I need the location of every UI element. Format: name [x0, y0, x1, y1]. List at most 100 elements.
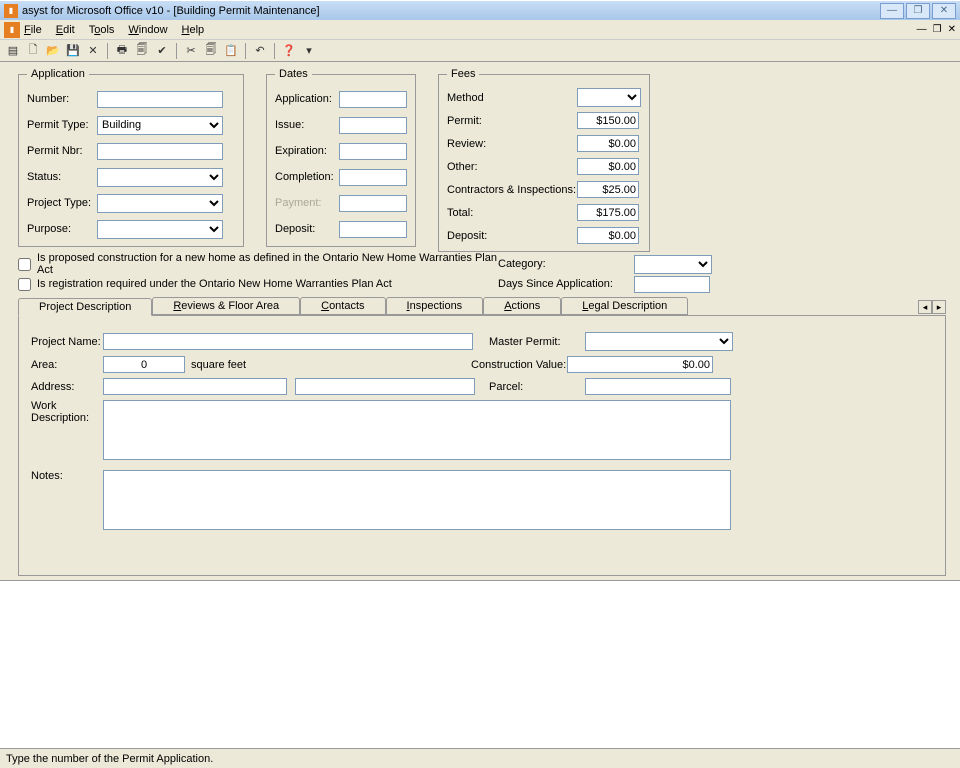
permit-type-select[interactable]: Building [97, 116, 223, 135]
app-date-label: Application: [275, 93, 339, 105]
registration-label: Is registration required under the Ontar… [37, 278, 392, 290]
method-select[interactable] [577, 88, 641, 107]
permit-nbr-input[interactable] [97, 143, 223, 160]
purpose-select[interactable] [97, 220, 223, 239]
permit-type-label: Permit Type: [27, 119, 97, 131]
notes-textarea[interactable] [103, 470, 731, 530]
form-top: Application Number: Permit Type: Buildin… [0, 62, 960, 580]
completion-date-input[interactable] [339, 169, 407, 186]
status-message: Type the number of the Permit Applicatio… [6, 753, 213, 765]
method-label: Method [447, 92, 577, 104]
total-fee-input[interactable] [577, 204, 639, 221]
expiration-date-label: Expiration: [275, 145, 339, 157]
area-input[interactable] [103, 356, 185, 373]
menu-file[interactable]: File [24, 24, 42, 36]
fees-group: Fees Method Permit: Review: Other: Contr… [438, 68, 650, 252]
lower-blank-area [0, 580, 960, 768]
permit-fee-input[interactable] [577, 112, 639, 129]
master-permit-select[interactable] [585, 332, 733, 351]
menu-edit[interactable]: Edit [56, 24, 75, 36]
proposed-label: Is proposed construction for a new home … [37, 252, 498, 276]
tab-inspections[interactable]: Inspections [386, 297, 484, 315]
minimize-button[interactable]: — [880, 3, 904, 19]
other-fee-label: Other: [447, 161, 577, 173]
undo-icon[interactable]: ↶ [251, 42, 269, 60]
toolbar: ▤ 🗋 📂 💾 ✕ 🖶 🗐 ✔ ✂ 🗐 📋 ↶ ❓ ▾ [0, 40, 960, 62]
review-fee-label: Review: [447, 138, 577, 150]
work-desc-label: WorkDescription: [31, 400, 103, 424]
expiration-date-input[interactable] [339, 143, 407, 160]
status-select[interactable] [97, 168, 223, 187]
project-type-select[interactable] [97, 194, 223, 213]
construction-value-input[interactable] [567, 356, 713, 373]
project-type-label: Project Type: [27, 197, 97, 209]
tab-actions[interactable]: Actions [483, 297, 561, 315]
tab-contacts[interactable]: Contacts [300, 297, 385, 315]
deposit-date-label: Deposit: [275, 223, 339, 235]
tab-panel-project-description: Project Name: Master Permit: Area: squar… [18, 316, 946, 576]
save-icon[interactable]: 💾 [64, 42, 82, 60]
payment-date-input[interactable] [339, 195, 407, 212]
address-label: Address: [31, 381, 103, 393]
help-icon[interactable]: ❓ [280, 42, 298, 60]
project-name-label: Project Name: [31, 336, 103, 348]
area-unit-label: square feet [191, 359, 246, 371]
tab-scroll-left[interactable]: ◂ [918, 300, 932, 314]
notes-label: Notes: [31, 470, 103, 482]
project-name-input[interactable] [103, 333, 473, 350]
work-description-textarea[interactable] [103, 400, 731, 460]
delete-icon[interactable]: ✕ [84, 42, 102, 60]
address-input-1[interactable] [103, 378, 287, 395]
tab-reviews-floor-area[interactable]: Reviews & Floor Area [152, 297, 300, 315]
area-label: Area: [31, 359, 103, 371]
close-button[interactable]: ✕ [932, 3, 956, 19]
paste-icon[interactable]: 📋 [222, 42, 240, 60]
tab-project-description[interactable]: Project Description [18, 298, 152, 316]
ci-fee-label: Contractors & Inspections: [447, 184, 577, 196]
number-input[interactable] [97, 91, 223, 108]
open-icon[interactable]: 📂 [44, 42, 62, 60]
fees-legend: Fees [447, 68, 479, 80]
deposit-fee-input[interactable] [577, 227, 639, 244]
registration-checkbox[interactable] [18, 278, 31, 291]
print-icon[interactable]: 🖶 [113, 42, 131, 60]
window-title: asyst for Microsoft Office v10 - [Buildi… [22, 5, 878, 17]
copy-icon[interactable]: 🗐 [202, 42, 220, 60]
menu-help[interactable]: Help [182, 24, 205, 36]
dropdown-icon[interactable]: ▾ [300, 42, 318, 60]
restore-button[interactable]: ❐ [906, 3, 930, 19]
completion-date-label: Completion: [275, 171, 339, 183]
new-icon[interactable]: 🗋 [24, 42, 42, 60]
toolbar-btn-1[interactable]: ▤ [4, 42, 22, 60]
category-label: Category: [498, 258, 634, 270]
tab-strip: Project Description Reviews & Floor Area… [18, 298, 946, 316]
proposed-checkbox[interactable] [18, 258, 31, 271]
payment-date-label: Payment: [275, 197, 339, 209]
cut-icon[interactable]: ✂ [182, 42, 200, 60]
parcel-label: Parcel: [489, 381, 585, 393]
address-input-2[interactable] [295, 378, 475, 395]
menu-icon: ▮ [4, 22, 20, 38]
check-icon[interactable]: ✔ [153, 42, 171, 60]
mdi-minimize-button[interactable]: — [917, 24, 927, 35]
tab-scroll-right[interactable]: ▸ [932, 300, 946, 314]
menu-window[interactable]: Window [128, 24, 167, 36]
category-select[interactable] [634, 255, 712, 274]
menu-tools[interactable]: Tools [89, 24, 115, 36]
deposit-date-input[interactable] [339, 221, 407, 238]
ci-fee-input[interactable] [577, 181, 639, 198]
other-fee-input[interactable] [577, 158, 639, 175]
mdi-restore-button[interactable]: ❐ [933, 24, 942, 35]
issue-date-input[interactable] [339, 117, 407, 134]
review-fee-input[interactable] [577, 135, 639, 152]
application-group: Application Number: Permit Type: Buildin… [18, 68, 244, 247]
days-since-input[interactable] [634, 276, 710, 293]
deposit-fee-label: Deposit: [447, 230, 577, 242]
tab-legal-description[interactable]: Legal Description [561, 297, 688, 315]
number-label: Number: [27, 93, 97, 105]
parcel-input[interactable] [585, 378, 731, 395]
app-date-input[interactable] [339, 91, 407, 108]
permit-nbr-label: Permit Nbr: [27, 145, 97, 157]
mdi-close-button[interactable]: ✕ [948, 24, 956, 35]
print-preview-icon[interactable]: 🗐 [133, 42, 151, 60]
